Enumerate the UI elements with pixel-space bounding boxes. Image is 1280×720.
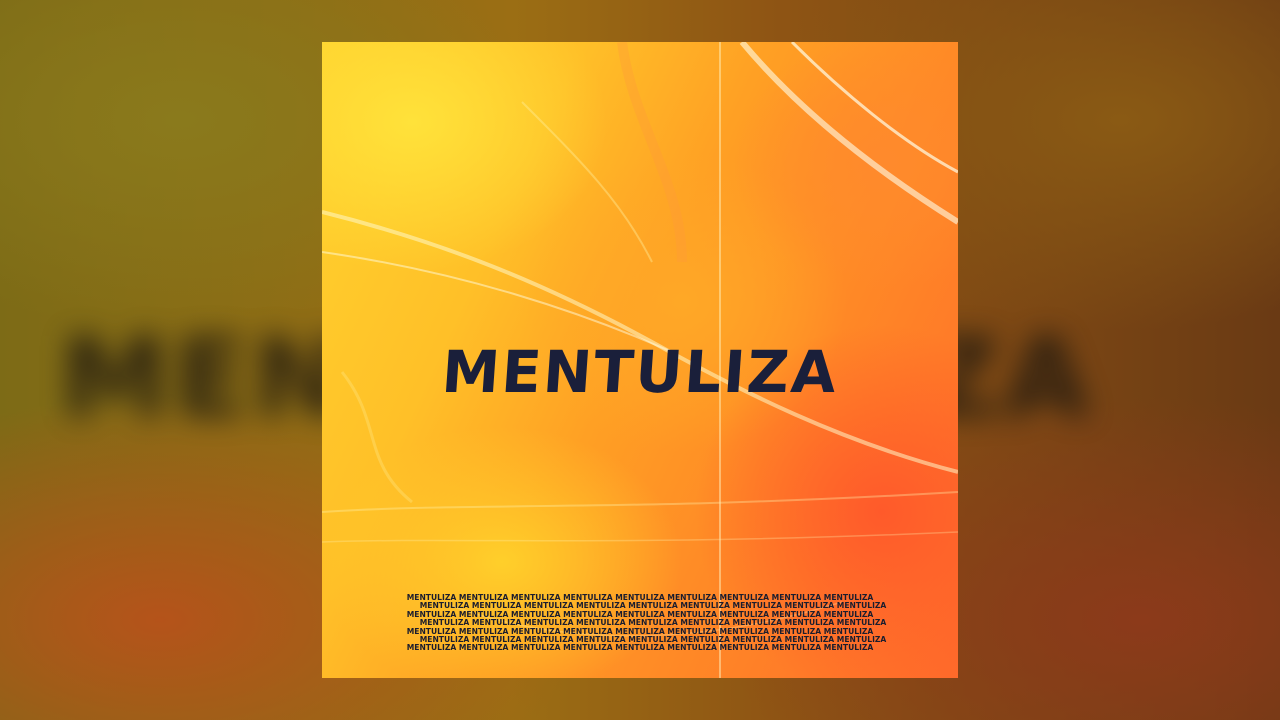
album-cover: MENTULIZA MENTULIZA MENTULIZA MENTULIZA … <box>322 42 958 678</box>
blurred-background-title-left: MEN <box>60 314 349 442</box>
pattern-line: MENTULIZA MENTULIZA MENTULIZA MENTULIZA … <box>406 643 874 653</box>
repeated-title-pattern: MENTULIZA MENTULIZA MENTULIZA MENTULIZA … <box>322 593 958 653</box>
video-frame: MEN ZA MENTULIZA MENTULIZA MENTULIZA MEN… <box>0 0 1280 720</box>
album-title: MENTULIZA <box>439 338 841 406</box>
